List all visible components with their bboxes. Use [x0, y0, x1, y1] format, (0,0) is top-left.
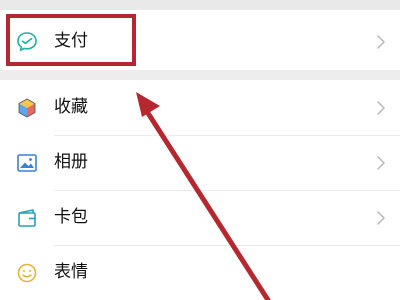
wechat-me-screen: 支付 收藏 相册 卡包 表情 [0, 0, 400, 300]
chevron-right-icon [376, 154, 386, 172]
menu-item-album[interactable]: 相册 [0, 135, 400, 190]
wallet-icon [16, 31, 38, 53]
menu-item-pay[interactable]: 支付 [0, 14, 400, 69]
album-icon [16, 152, 38, 174]
menu-item-album-label: 相册 [54, 152, 88, 172]
menu-item-card-wallet[interactable]: 卡包 [0, 190, 400, 245]
pay-card: 支付 [0, 10, 400, 70]
chevron-right-icon [376, 99, 386, 117]
emoji-icon [16, 262, 38, 284]
top-strip [0, 0, 400, 10]
menu-item-card-wallet-label: 卡包 [54, 207, 88, 227]
chevron-right-icon [376, 209, 386, 227]
card-wallet-icon [16, 207, 38, 229]
menu-item-emoji[interactable]: 表情 [0, 245, 400, 300]
menu-item-emoji-label: 表情 [54, 262, 88, 282]
menu-item-favorites[interactable]: 收藏 [0, 80, 400, 135]
favorites-cube-icon [16, 97, 38, 119]
chevron-right-icon [376, 33, 386, 51]
menu-item-pay-label: 支付 [54, 31, 88, 51]
menu-item-favorites-label: 收藏 [54, 97, 88, 117]
menu-list-card: 收藏 相册 卡包 表情 [0, 80, 400, 300]
